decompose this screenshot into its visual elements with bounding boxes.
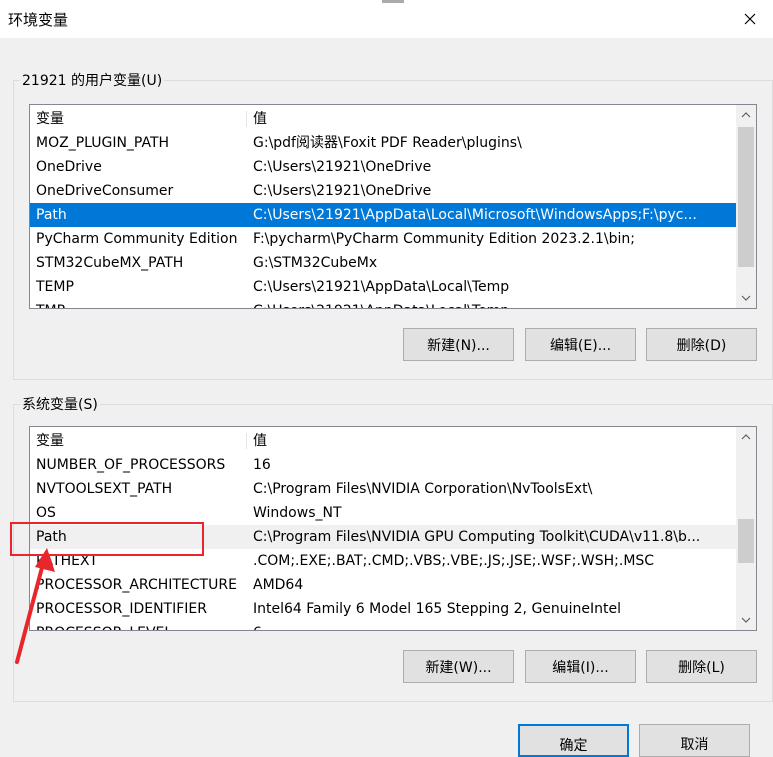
row-value: Windows_NT [253, 505, 342, 521]
scroll-thumb[interactable] [738, 127, 754, 267]
row-name: Path [36, 207, 67, 223]
row-name: NVTOOLSEXT_PATH [36, 481, 173, 497]
row-value: 16 [253, 457, 271, 473]
row-value: C:\Users\21921\OneDrive [253, 183, 432, 199]
user-edit-button[interactable]: 编辑(E)... [525, 328, 636, 361]
row-value: C:\Users\21921\AppData\Local\Temp [253, 299, 738, 308]
ok-button[interactable]: 确定 [518, 724, 629, 757]
list-header: 变量 值 [30, 107, 738, 131]
column-divider[interactable] [246, 433, 247, 449]
cancel-button[interactable]: 取消 [639, 724, 750, 757]
close-icon [744, 13, 756, 25]
row-name: STM32CubeMX_PATH [36, 255, 184, 271]
system-vars-scrollbar[interactable] [736, 427, 756, 630]
row-value: C:\Users\21921\OneDrive [253, 159, 432, 175]
scroll-thumb[interactable] [738, 519, 754, 563]
scroll-down-icon[interactable] [736, 288, 756, 308]
user-delete-button[interactable]: 删除(D) [646, 328, 757, 361]
row-value: G:\pdf阅读器\Foxit PDF Reader\plugins\ [253, 135, 522, 151]
header-variable[interactable]: 变量 [36, 107, 64, 131]
column-divider[interactable] [246, 111, 247, 127]
row-value: Intel64 Family 6 Model 165 Stepping 2, G… [253, 601, 622, 617]
row-name: NUMBER_OF_PROCESSORS [36, 457, 226, 473]
user-vars-label: 21921 的用户变量(U) [20, 70, 165, 90]
row-value: .COM;.EXE;.BAT;.CMD;.VBS;.VBE;.JS;.JSE;.… [253, 553, 655, 569]
system-edit-button[interactable]: 编辑(I)... [525, 650, 636, 683]
annotation-highlight-box [10, 522, 204, 556]
table-row[interactable]: TEMP C:\Users\21921\AppData\Local\Temp [30, 275, 738, 299]
row-value: C:\Users\21921\AppData\Local\Microsoft\W… [253, 207, 697, 223]
table-row[interactable]: OneDrive C:\Users\21921\OneDrive [30, 155, 738, 179]
row-value: 6 [253, 621, 738, 630]
row-value: G:\STM32CubeMx [253, 255, 378, 271]
row-value: F:\pycharm\PyCharm Community Edition 202… [253, 231, 635, 247]
title-bar: 环境变量 [0, 0, 773, 38]
table-row[interactable]: PROCESSOR_ARCHITECTURE AMD64 [30, 573, 738, 597]
user-vars-list[interactable]: 变量 值 MOZ_PLUGIN_PATH G:\pdf阅读器\Foxit PDF… [29, 104, 757, 309]
row-name: PROCESSOR_IDENTIFIER [36, 601, 207, 617]
window-grip [382, 0, 404, 3]
row-value: C:\Program Files\NVIDIA Corporation\NvTo… [253, 481, 593, 497]
table-row-selected[interactable]: Path C:\Users\21921\AppData\Local\Micros… [30, 203, 738, 227]
list-header: 变量 值 [30, 429, 738, 453]
scroll-down-icon[interactable] [736, 610, 756, 630]
table-row[interactable]: OneDriveConsumer C:\Users\21921\OneDrive [30, 179, 738, 203]
row-name: PROCESSOR_LEVEL [36, 621, 172, 630]
table-row[interactable]: PROCESSOR_IDENTIFIER Intel64 Family 6 Mo… [30, 597, 738, 621]
user-vars-scrollbar[interactable] [736, 105, 756, 308]
header-variable[interactable]: 变量 [36, 429, 64, 453]
table-row[interactable]: NVTOOLSEXT_PATH C:\Program Files\NVIDIA … [30, 477, 738, 501]
row-name: PyCharm Community Edition [36, 231, 238, 247]
row-name: OneDriveConsumer [36, 183, 174, 199]
table-row[interactable]: PyCharm Community Edition F:\pycharm\PyC… [30, 227, 738, 251]
table-row[interactable]: TMP C:\Users\21921\AppData\Local\Temp [30, 299, 738, 308]
row-name: TEMP [36, 279, 74, 295]
table-row[interactable]: NUMBER_OF_PROCESSORS 16 [30, 453, 738, 477]
table-row[interactable]: STM32CubeMX_PATH G:\STM32CubeMx [30, 251, 738, 275]
scroll-up-icon[interactable] [736, 427, 756, 447]
system-vars-label: 系统变量(S) [20, 394, 100, 414]
row-name: MOZ_PLUGIN_PATH [36, 135, 170, 151]
user-new-button[interactable]: 新建(N)... [403, 328, 514, 361]
row-name: TMP [36, 299, 65, 308]
header-value[interactable]: 值 [253, 107, 738, 131]
header-value[interactable]: 值 [253, 429, 738, 453]
table-row[interactable]: PROCESSOR_LEVEL 6 [30, 621, 738, 630]
row-value: C:\Users\21921\AppData\Local\Temp [253, 279, 510, 295]
table-row[interactable]: MOZ_PLUGIN_PATH G:\pdf阅读器\Foxit PDF Read… [30, 131, 738, 155]
system-delete-button[interactable]: 删除(L) [646, 650, 757, 683]
row-value: AMD64 [253, 577, 304, 593]
system-new-button[interactable]: 新建(W)... [403, 650, 514, 683]
scroll-up-icon[interactable] [736, 105, 756, 125]
row-name: OneDrive [36, 159, 102, 175]
row-name: PROCESSOR_ARCHITECTURE [36, 577, 237, 593]
close-button[interactable] [727, 0, 773, 38]
row-value: C:\Program Files\NVIDIA GPU Computing To… [253, 529, 701, 545]
window-title: 环境变量 [8, 11, 69, 29]
